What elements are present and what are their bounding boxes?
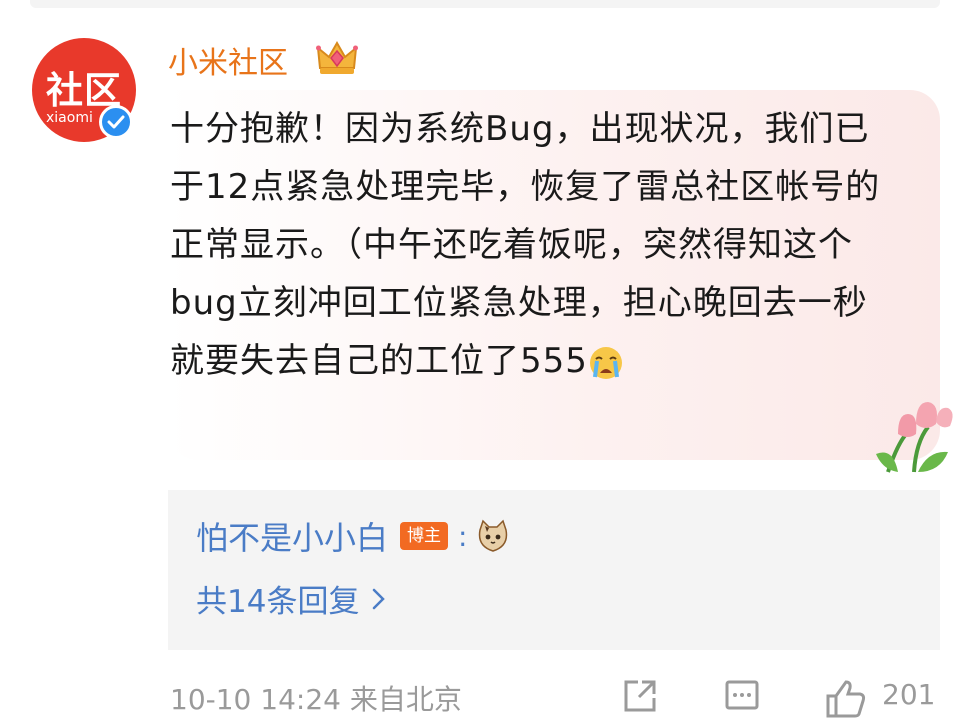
tulip-sticker-icon [876,402,953,473]
post-footer: 10-10 14:24 来自北京 201 [168,676,968,718]
author-badge: 博主 [400,522,449,550]
previous-card-edge [30,0,940,8]
post-text: 十分抱歉！因为系统Bug，出现状况，我们已于12点紧急处理完毕，恢复了雷总社区帐… [170,109,881,381]
reply-preview: 怕不是小小白 博主 : [196,514,511,558]
reply-count-label: 共14条回复 [196,584,360,620]
cat-emoji-icon [479,519,508,552]
view-replies-link[interactable]: 共14条回复 [196,576,387,621]
reply-username[interactable]: 怕不是小小白 [196,513,388,559]
username[interactable]: 小米社区 [168,38,288,82]
chevron-right-icon [373,588,386,609]
like-icon[interactable] [824,678,868,718]
reply-separator: : [458,519,468,553]
comment-icon[interactable] [724,678,760,714]
verified-icon [99,105,133,139]
crown-icon [316,40,358,74]
like-count: 201 [882,678,936,711]
sob-emoji-icon [589,346,622,379]
post-body: 十分抱歉！因为系统Bug，出现状况，我们已于12点紧急处理完毕，恢复了雷总社区帐… [170,100,900,390]
post-timestamp: 10-10 14:24 来自北京 [170,683,462,716]
avatar-subtext: xiaomi [46,110,93,126]
share-icon[interactable] [622,678,658,714]
reply-preview-box[interactable]: 怕不是小小白 博主 : 共14条回复 [168,490,940,650]
